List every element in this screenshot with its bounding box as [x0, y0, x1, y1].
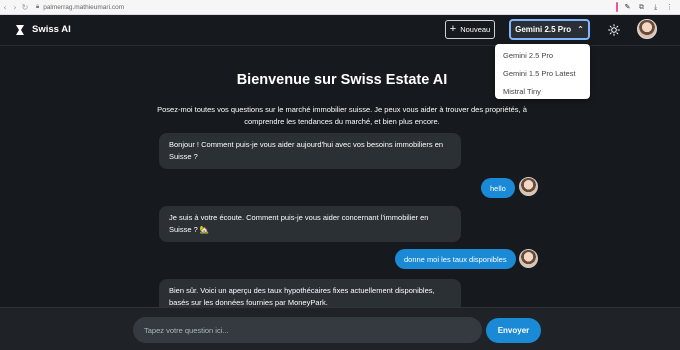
menu-icon[interactable]: ⋮	[665, 3, 674, 12]
reload-icon[interactable]: ↻	[20, 3, 30, 12]
welcome-subtitle: Posez-moi toutes vos questions sur le ma…	[157, 105, 527, 126]
theme-toggle-button[interactable]	[605, 21, 622, 38]
bot-message: Bonjour ! Comment puis-je vous aider auj…	[159, 133, 461, 169]
app-header: Swiss AI + Nouveau Gemini 2.5 Pro ⌃	[0, 15, 680, 46]
new-chat-label: Nouveau	[460, 25, 491, 34]
logo-icon	[16, 25, 24, 35]
user-message: donne moi les taux disponibles	[395, 249, 516, 269]
question-input[interactable]	[133, 317, 482, 343]
chevron-up-icon: ⌃	[577, 25, 584, 34]
lock-icon: 🔒︎	[36, 3, 40, 10]
user-message: hello	[481, 178, 515, 198]
sun-icon	[607, 23, 620, 36]
model-option[interactable]: Gemini 2.5 Pro	[495, 46, 590, 64]
user-message-avatar	[519, 177, 538, 196]
new-chat-button[interactable]: + Nouveau	[445, 20, 495, 39]
browser-toolbar: ‹ › ↻ 🔒︎ palmerrag.mathieumari.com ✎ ⧉ ⤓…	[0, 0, 680, 15]
app-title: Swiss AI	[32, 24, 71, 35]
recording-indicator	[616, 2, 618, 12]
download-icon[interactable]: ⤓	[651, 3, 660, 12]
model-selector[interactable]: Gemini 2.5 Pro ⌃	[509, 19, 590, 40]
extensions-icon[interactable]: ⧉	[637, 3, 646, 12]
user-avatar[interactable]	[637, 19, 657, 39]
user-message-avatar	[519, 249, 538, 268]
pen-icon[interactable]: ✎	[623, 3, 632, 12]
address-bar[interactable]: 🔒︎ palmerrag.mathieumari.com	[36, 3, 124, 11]
model-selected-label: Gemini 2.5 Pro	[515, 25, 572, 34]
welcome-title: Bienvenue sur Swiss Estate AI	[236, 72, 448, 88]
back-icon[interactable]: ‹	[0, 3, 10, 12]
plus-icon: +	[449, 23, 457, 35]
send-button[interactable]: Envoyer	[486, 318, 541, 343]
browser-extensions: ✎ ⧉ ⤓ ⋮	[616, 2, 674, 12]
composer-bar: Envoyer	[0, 307, 680, 350]
forward-icon[interactable]: ›	[10, 3, 20, 12]
bot-message: Je suis à votre écoute. Comment puis-je …	[159, 206, 461, 242]
url-text: palmerrag.mathieumari.com	[43, 3, 125, 11]
